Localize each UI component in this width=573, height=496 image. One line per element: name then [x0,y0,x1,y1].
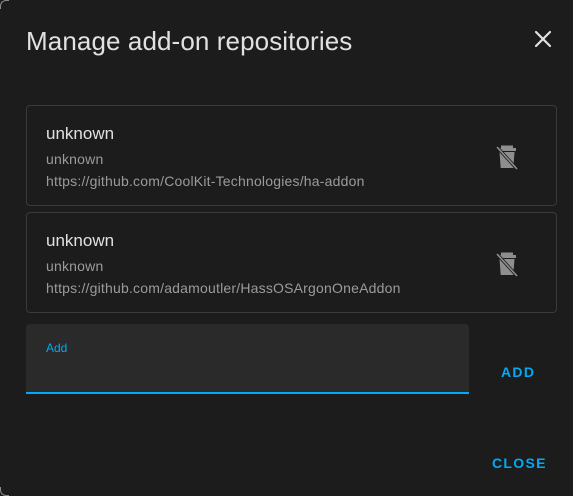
window-corner [0,0,9,9]
add-repository-field[interactable]: Add [26,324,469,394]
delete-icon[interactable] [490,247,524,281]
add-field-label: Add [46,341,68,355]
repository-maintainer: unknown [46,151,104,167]
manage-repositories-dialog: Manage add-on repositories unknown unkno… [0,0,573,496]
repository-name: unknown [46,231,115,250]
close-button[interactable]: CLOSE [492,455,547,471]
dialog-title: Manage add-on repositories [26,26,353,56]
repository-item: unknown unknown https://github.com/CoolK… [26,105,557,206]
repository-maintainer: unknown [46,258,104,274]
delete-icon[interactable] [490,140,524,174]
window-corner [0,487,9,496]
close-icon[interactable] [528,24,558,54]
repository-url: https://github.com/adamoutler/HassOSArgo… [46,280,401,296]
repository-item: unknown unknown https://github.com/adamo… [26,212,557,313]
repository-url: https://github.com/CoolKit-Technologies/… [46,173,365,189]
add-button[interactable]: ADD [501,364,535,380]
add-repository-input[interactable] [46,358,450,386]
repository-name: unknown [46,124,115,143]
